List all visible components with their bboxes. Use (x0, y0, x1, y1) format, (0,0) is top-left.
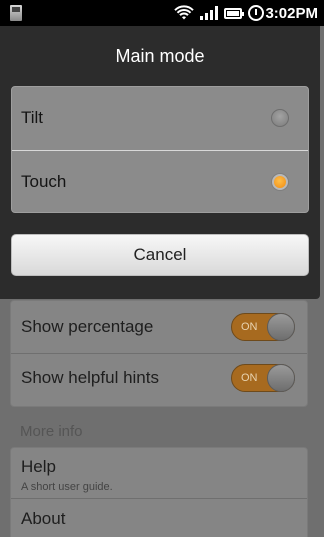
wifi-icon (174, 5, 194, 20)
status-time: 3:02PM (265, 5, 318, 22)
sd-card-icon (8, 4, 24, 22)
setting-label: Show helpful hints (21, 368, 159, 387)
option-touch[interactable]: Touch (12, 151, 308, 214)
option-label: Tilt (21, 108, 44, 127)
mode-options-list: Tilt Touch (11, 86, 309, 213)
toggle-state-label: ON (241, 321, 258, 333)
section-header-more-info: More info (20, 423, 83, 440)
toggle-knob (267, 313, 295, 341)
option-tilt[interactable]: Tilt (12, 87, 308, 150)
status-icons (174, 4, 264, 22)
list-item-title: Help (21, 457, 56, 476)
option-label: Touch (21, 172, 67, 191)
radio-checked-icon[interactable] (271, 173, 289, 191)
dialog-title: Main mode (115, 46, 205, 66)
cancel-button[interactable]: Cancel (11, 234, 309, 276)
toggle-settings-card: Show percentage ON Show helpful hints ON (10, 300, 308, 407)
status-bar: 3:02PM (0, 0, 324, 26)
toggle-switch[interactable]: ON (231, 364, 295, 392)
toggle-knob (267, 364, 295, 392)
list-item-title: About (21, 509, 66, 528)
alarm-icon (248, 5, 264, 21)
toggle-switch[interactable]: ON (231, 313, 295, 341)
main-mode-dialog: Main mode Tilt Touch Cancel (0, 26, 320, 299)
divider (11, 498, 307, 499)
signal-icon (200, 6, 218, 20)
battery-icon (224, 7, 244, 19)
list-item-subtitle: A short user guide. (21, 481, 113, 493)
setting-row-show-percentage[interactable]: Show percentage ON (11, 303, 307, 353)
setting-row-show-helpful-hints[interactable]: Show helpful hints ON (11, 354, 307, 404)
setting-label: Show percentage (21, 317, 154, 336)
radio-unchecked-icon[interactable] (271, 109, 289, 127)
more-info-card: Help A short user guide. About (10, 447, 308, 537)
toggle-state-label: ON (241, 372, 258, 384)
